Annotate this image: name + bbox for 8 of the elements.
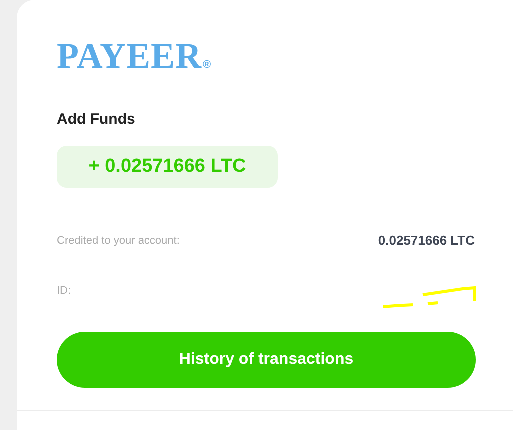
history-button[interactable]: History of transactions (57, 332, 476, 388)
detail-label: Credited to your account: (57, 234, 180, 249)
section-heading: Add Funds (57, 110, 136, 130)
registered-mark: ® (203, 60, 212, 71)
logo: PAYEER (57, 38, 202, 74)
detail-value: 0.02571666 LTC (378, 232, 475, 250)
amount-badge: + 0.02571666 LTC (57, 146, 278, 188)
detail-label: ID: (57, 284, 72, 299)
